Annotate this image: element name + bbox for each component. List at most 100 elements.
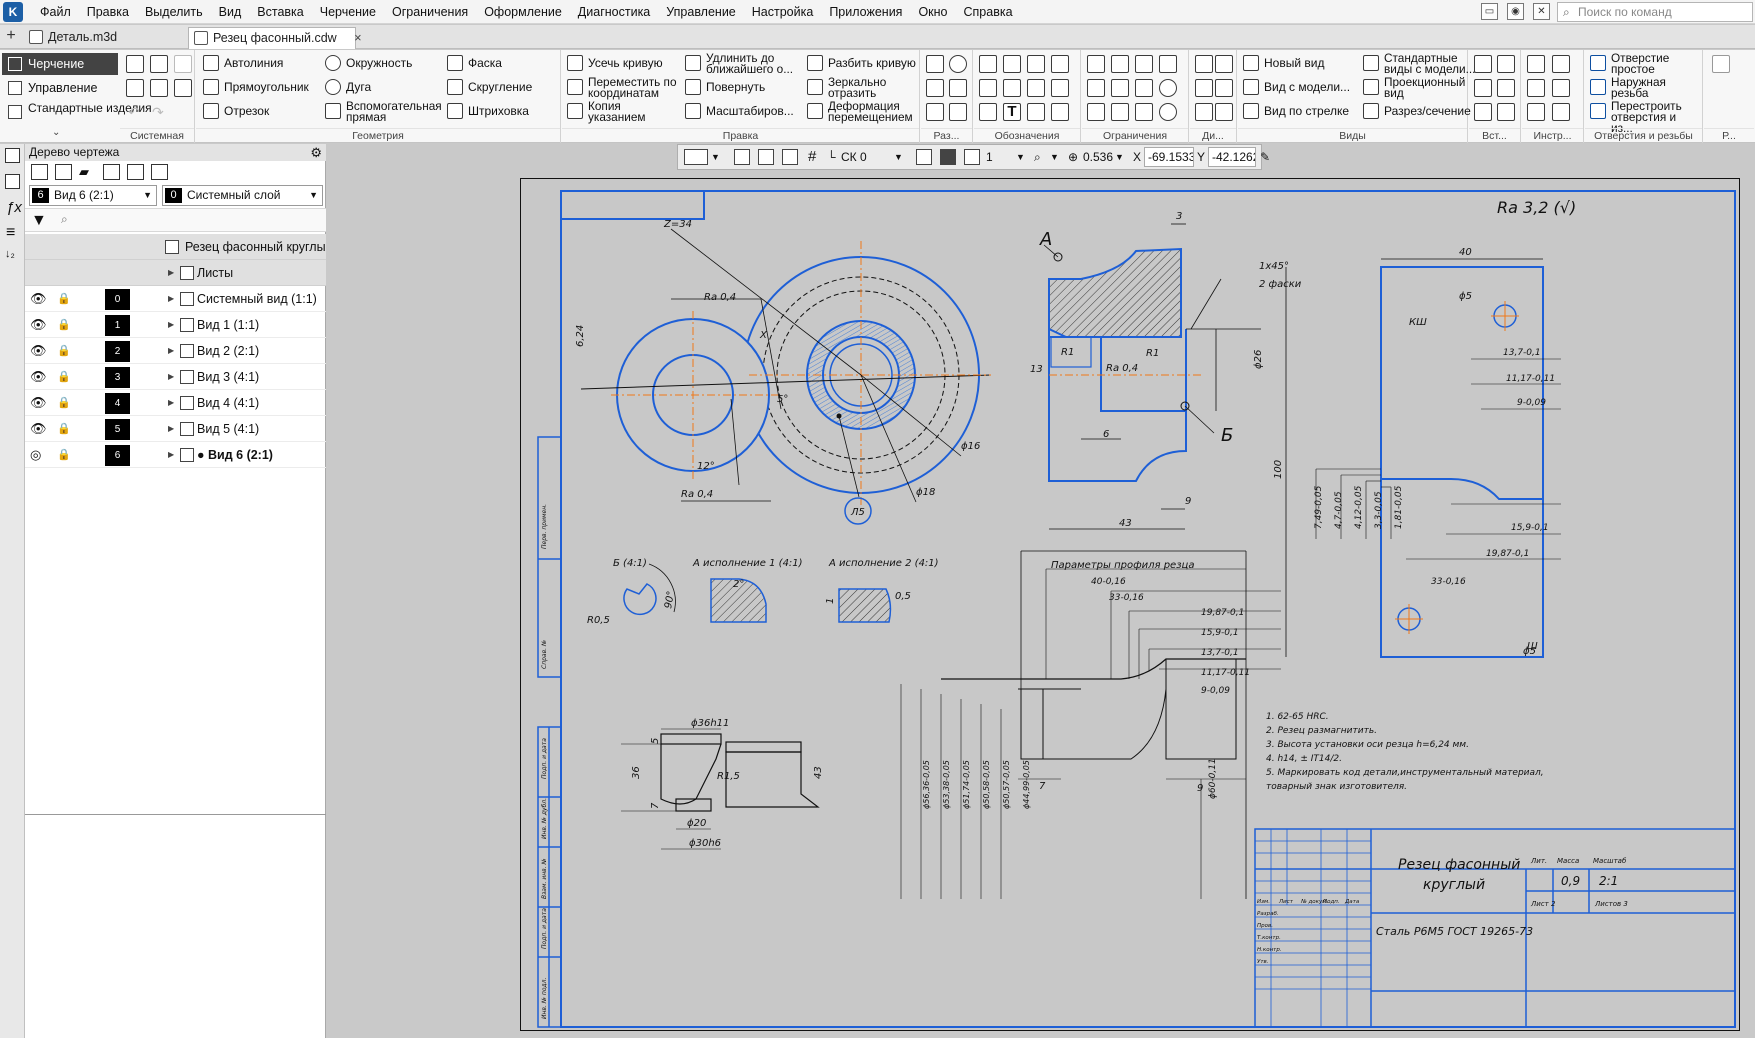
insert-table-icon[interactable] <box>1474 103 1492 121</box>
arc-dim-icon[interactable] <box>949 103 967 121</box>
expand-icon[interactable]: ▶ <box>168 416 174 442</box>
insert-image-icon[interactable] <box>1474 79 1492 97</box>
copy-button[interactable]: Копия указанием <box>566 100 658 125</box>
menu-item-4[interactable]: Вставка <box>249 0 311 24</box>
cs-value[interactable]: СК 0 <box>841 145 867 169</box>
zoom-dropdown-icon[interactable]: ▼ <box>1050 145 1059 169</box>
simple-hole-button[interactable]: Отверстие простое <box>1589 52 1695 77</box>
leader-icon[interactable] <box>1051 55 1069 73</box>
menu-item-2[interactable]: Выделить <box>137 0 211 24</box>
layers-tab-icon[interactable] <box>5 174 20 189</box>
cut-line-icon[interactable] <box>979 79 997 97</box>
open-file-icon[interactable] <box>150 55 168 73</box>
view-tree-icon[interactable] <box>31 164 48 180</box>
lock-icon[interactable]: 🔒 <box>57 364 71 390</box>
roughness-icon[interactable] <box>979 55 997 73</box>
zoom-icon[interactable]: ⊕ <box>1068 145 1078 169</box>
horizontal-constraint-icon[interactable] <box>1111 55 1129 73</box>
tab-drawing[interactable]: Резец фасонный.cdw × <box>188 27 362 49</box>
insert-fragment-icon[interactable] <box>1474 55 1492 73</box>
no-constraints-icon[interactable] <box>1159 103 1177 121</box>
tangent-icon[interactable] <box>1159 55 1177 73</box>
extend-button[interactable]: Удлинить до ближайшего о... <box>684 52 806 77</box>
break-line-icon[interactable] <box>979 103 997 121</box>
visibility-eye-icon[interactable]: 👁 <box>30 416 47 442</box>
round-icon[interactable] <box>782 149 798 165</box>
gear-icon[interactable]: ⚙ <box>310 144 322 161</box>
camera-icon[interactable]: ◉ <box>1507 3 1524 20</box>
scale-button[interactable]: Масштабиров... <box>684 101 794 125</box>
menu-item-9[interactable]: Управление <box>658 0 744 24</box>
tree-filter-bar[interactable]: ▼ ⌕ <box>25 208 326 232</box>
tab-detail[interactable]: Деталь.m3d <box>24 27 187 49</box>
list-tree-icon[interactable] <box>55 164 72 180</box>
center-mark-icon[interactable] <box>1051 103 1069 121</box>
visibility-eye-icon[interactable]: ◎ <box>30 442 41 468</box>
menu-item-12[interactable]: Окно <box>910 0 955 24</box>
command-search-input[interactable]: ⌕ Поиск по команд <box>1557 2 1753 22</box>
projection-view-button[interactable]: Проекционный вид <box>1362 76 1480 101</box>
check-icon[interactable] <box>1215 55 1233 73</box>
segment-button[interactable]: Отрезок <box>202 101 269 125</box>
equal-icon[interactable] <box>1111 103 1129 121</box>
symmetry-icon[interactable] <box>1135 79 1153 97</box>
eraser-icon[interactable]: ▰ <box>79 164 96 180</box>
base-icon[interactable] <box>1003 55 1021 73</box>
lock-icon[interactable]: 🔒 <box>57 338 71 364</box>
layer-icon[interactable] <box>964 149 980 165</box>
area-icon[interactable] <box>1195 103 1213 121</box>
menu-item-13[interactable]: Справка <box>956 0 1021 24</box>
split-curve-button[interactable]: Разбить кривую <box>806 53 916 77</box>
section-button[interactable]: Разрез/сечение <box>1362 101 1471 125</box>
app-logo-icon[interactable]: K <box>3 2 23 22</box>
x-coordinate-field[interactable]: -69.1533 <box>1144 147 1194 167</box>
radial-dim-icon[interactable] <box>926 79 944 97</box>
perpendicular-icon[interactable] <box>1135 55 1153 73</box>
zoom-window-icon[interactable]: ⌕ <box>1034 145 1041 169</box>
coincident-icon[interactable] <box>1135 103 1153 121</box>
expand-icon[interactable]: ▶ <box>168 338 174 364</box>
lock-icon[interactable]: 🔒 <box>57 390 71 416</box>
eyedropper-icon[interactable]: ✎ <box>1260 145 1270 169</box>
fix-point-icon[interactable] <box>1087 55 1105 73</box>
view-arrow-icon[interactable] <box>1003 79 1021 97</box>
position-icon[interactable] <box>1027 79 1045 97</box>
current-view-select[interactable]: 6 Вид 6 (2:1) ▼ <box>29 185 157 206</box>
shape-icon[interactable] <box>1552 79 1570 97</box>
properties-icon[interactable] <box>174 79 192 97</box>
lock-icon[interactable]: 🔒 <box>57 416 71 442</box>
y-coordinate-field[interactable]: -42.1262 <box>1208 147 1256 167</box>
snap-magnet-icon[interactable] <box>940 149 956 165</box>
mass-icon[interactable] <box>1215 103 1233 121</box>
mark-icon[interactable] <box>1051 79 1069 97</box>
menu-item-8[interactable]: Диагностика <box>570 0 658 24</box>
polyline-button[interactable]: Автолиния <box>202 53 283 77</box>
visibility-eye-icon[interactable]: 👁 <box>30 390 47 416</box>
vertical-constraint-icon[interactable] <box>1087 103 1105 121</box>
local-cs-icon[interactable] <box>758 149 774 165</box>
angle-dim-icon[interactable] <box>949 79 967 97</box>
new-document-icon[interactable]: + <box>0 25 22 49</box>
expand-icon[interactable]: ▶ <box>168 364 174 390</box>
tree-view-row[interactable]: 👁 🔒 2 ▶ Вид 2 (2:1) <box>25 338 326 364</box>
current-layer-select[interactable]: 0 Системный слой ▼ <box>162 185 323 206</box>
external-thread-button[interactable]: Наружная резьба <box>1589 76 1695 101</box>
mirror-button[interactable]: Зеркально отразить <box>806 76 898 101</box>
tree-sheets-node[interactable]: ▶ Листы <box>25 260 326 286</box>
lock-icon[interactable]: 🔒 <box>57 286 71 312</box>
menu-item-0[interactable]: Файл <box>32 0 79 24</box>
menu-item-6[interactable]: Ограничения <box>384 0 476 24</box>
cs-icon[interactable]: └ <box>827 145 836 169</box>
diameter-dim-icon[interactable] <box>949 55 967 73</box>
rotate-button[interactable]: Повернуть <box>684 77 765 101</box>
mode-management[interactable]: Управление <box>2 77 118 99</box>
expand-icon[interactable]: ▶ <box>168 286 174 312</box>
expand-modes-icon[interactable]: ⌄ <box>52 127 60 138</box>
visibility-eye-icon[interactable]: 👁 <box>30 364 47 390</box>
new-file-icon[interactable] <box>126 55 144 73</box>
menu-item-3[interactable]: Вид <box>211 0 250 24</box>
orthogonal-mode-icon[interactable] <box>916 149 932 165</box>
report-icon[interactable] <box>1712 55 1730 73</box>
linear-dim-icon[interactable] <box>926 55 944 73</box>
layer-dropdown-icon[interactable]: ▼ <box>1016 145 1025 169</box>
